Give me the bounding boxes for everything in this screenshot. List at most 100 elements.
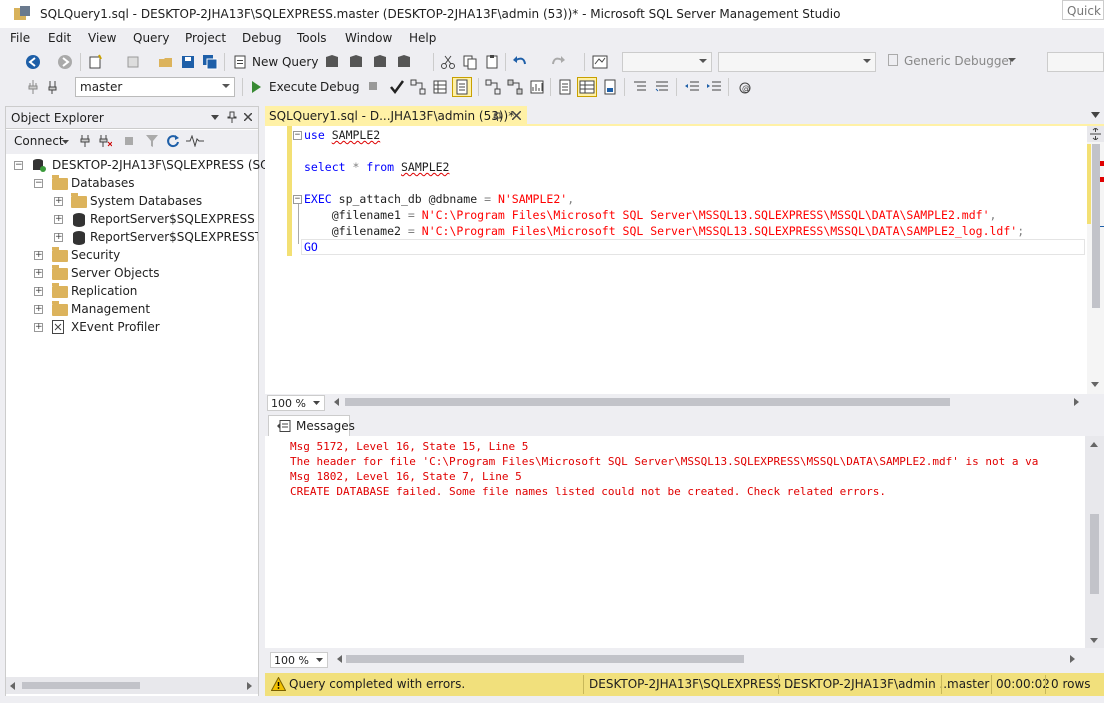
menu-file[interactable]: File <box>10 31 30 45</box>
debug-button[interactable]: Debug <box>320 80 359 94</box>
new-query-icon[interactable] <box>232 54 248 70</box>
results-to-text-icon[interactable] <box>557 79 573 95</box>
client-stats-icon[interactable] <box>529 79 545 95</box>
comment-lines-icon[interactable] <box>632 79 648 95</box>
filter-icon[interactable] <box>146 135 158 147</box>
connect-icon[interactable] <box>25 79 41 95</box>
messages-tab[interactable]: Messages <box>268 415 355 436</box>
solution-platform-select[interactable] <box>718 52 876 72</box>
menu-help[interactable]: Help <box>409 31 436 45</box>
available-databases-select[interactable]: master <box>75 77 235 97</box>
split-icon[interactable] <box>1090 128 1101 140</box>
expand-icon[interactable]: + <box>34 251 43 260</box>
redo-icon[interactable] <box>550 54 566 70</box>
messages-hscroll-thumb[interactable] <box>346 655 744 663</box>
tree-item-replication[interactable]: + Replication <box>6 283 258 301</box>
open-file-icon[interactable] <box>158 54 174 70</box>
save-icon[interactable] <box>180 54 196 70</box>
messages-vscrollbar[interactable] <box>1085 436 1104 648</box>
expand-icon[interactable]: + <box>34 305 43 314</box>
object-explorer-hscrollbar[interactable] <box>6 677 258 694</box>
query-designer-icon[interactable] <box>432 79 448 95</box>
tree-item-reportserver[interactable]: + ReportServer$SQLEXPRESS <box>6 211 258 229</box>
forward-icon[interactable] <box>57 54 73 70</box>
collapse-icon[interactable]: − <box>14 161 23 170</box>
tree-item-xevent-profiler[interactable]: + XEvent Profiler <box>6 319 258 337</box>
stop-icon[interactable] <box>124 136 134 146</box>
collapse-region-icon[interactable]: − <box>293 131 302 140</box>
scroll-right-icon[interactable] <box>247 682 252 690</box>
decrease-indent-icon[interactable] <box>684 79 700 95</box>
generic-debugger-select[interactable]: Generic Debugger <box>884 52 1020 72</box>
messages-zoom-select[interactable]: 100 % <box>270 652 328 668</box>
specify-template-values-icon[interactable]: @ <box>736 79 752 95</box>
tree-item-server-objects[interactable]: + Server Objects <box>6 265 258 283</box>
extra-toolbar-select[interactable] <box>1047 52 1104 72</box>
execute-icon[interactable] <box>250 80 262 94</box>
paste-icon[interactable] <box>484 54 500 70</box>
editor-hscroll-thumb[interactable] <box>345 398 950 406</box>
expand-icon[interactable]: + <box>54 215 63 224</box>
close-tab-icon[interactable] <box>512 111 521 120</box>
stop-icon[interactable] <box>368 81 378 91</box>
copy-icon[interactable] <box>462 54 478 70</box>
tree-item-security[interactable]: + Security <box>6 247 258 265</box>
increase-indent-icon[interactable] <box>706 79 722 95</box>
scroll-left-icon[interactable] <box>337 655 342 663</box>
analysis-query-icons[interactable] <box>322 54 422 70</box>
connect-plug-icon[interactable] <box>79 134 91 148</box>
scroll-left-icon[interactable] <box>334 398 339 406</box>
include-plan-icon[interactable] <box>485 79 501 95</box>
display-plan-icon[interactable] <box>410 79 426 95</box>
tree-item-server[interactable]: − DESKTOP-2JHA13F\SQLEXPRESS (SQL S <box>6 157 288 175</box>
menu-view[interactable]: View <box>88 31 116 45</box>
uncomment-lines-icon[interactable] <box>654 79 670 95</box>
change-connection-icon[interactable] <box>46 79 62 95</box>
window-position-icon[interactable] <box>211 115 219 120</box>
pin-icon[interactable] <box>493 112 502 121</box>
editor-vscrollbar[interactable] <box>1087 126 1104 394</box>
code-editor[interactable]: − − use SAMPLE2 select * from SAMPLE2 EX… <box>265 126 1087 394</box>
collapse-region-icon[interactable]: − <box>293 195 302 204</box>
document-tab-active[interactable]: SQLQuery1.sql - D...JHA13F\admin (53))* <box>265 106 527 126</box>
menu-window[interactable]: Window <box>345 31 392 45</box>
quick-launch-input[interactable]: Quick L <box>1062 0 1104 20</box>
tree-item-databases[interactable]: − Databases <box>6 175 258 193</box>
execute-button[interactable]: Execute <box>269 80 317 94</box>
editor-zoom-select[interactable]: 100 % <box>267 395 325 411</box>
close-icon[interactable] <box>244 113 252 121</box>
new-query-button[interactable]: New Query <box>252 55 318 69</box>
activity-icon[interactable] <box>186 135 204 147</box>
collapse-icon[interactable]: − <box>34 179 43 188</box>
save-all-icon[interactable] <box>202 54 218 70</box>
expand-icon[interactable]: + <box>34 287 43 296</box>
menu-project[interactable]: Project <box>185 31 226 45</box>
scroll-down-icon[interactable] <box>1090 638 1098 643</box>
parse-checkmark-icon[interactable] <box>389 79 405 95</box>
scroll-right-icon[interactable] <box>1070 655 1075 663</box>
results-to-grid-icon[interactable] <box>577 77 597 97</box>
expand-icon[interactable]: + <box>34 269 43 278</box>
scroll-thumb[interactable] <box>1092 144 1100 308</box>
menu-debug[interactable]: Debug <box>242 31 281 45</box>
results-to-file-icon[interactable] <box>602 79 618 95</box>
menu-edit[interactable]: Edit <box>48 31 71 45</box>
messages-output[interactable]: Msg 5172, Level 16, State 15, Line 5 The… <box>265 436 1085 648</box>
undo-icon[interactable] <box>512 54 528 70</box>
connect-button[interactable]: Connect <box>14 134 64 148</box>
pin-icon[interactable] <box>227 111 237 123</box>
tree-item-system-databases[interactable]: + System Databases <box>6 193 258 211</box>
cut-icon[interactable] <box>440 54 456 70</box>
expand-icon[interactable]: + <box>34 323 43 332</box>
refresh-icon[interactable] <box>166 134 180 148</box>
scroll-thumb[interactable] <box>22 682 140 689</box>
expand-icon[interactable]: + <box>54 233 63 242</box>
disconnect-icon[interactable] <box>98 134 112 148</box>
live-stats-icon[interactable] <box>507 79 523 95</box>
new-project-icon[interactable] <box>88 54 104 70</box>
menu-query[interactable]: Query <box>133 31 169 45</box>
activity-monitor-icon[interactable] <box>592 54 608 70</box>
tab-overflow-icon[interactable] <box>1091 112 1100 118</box>
solution-config-select[interactable] <box>622 52 712 72</box>
expand-icon[interactable]: + <box>54 197 63 206</box>
